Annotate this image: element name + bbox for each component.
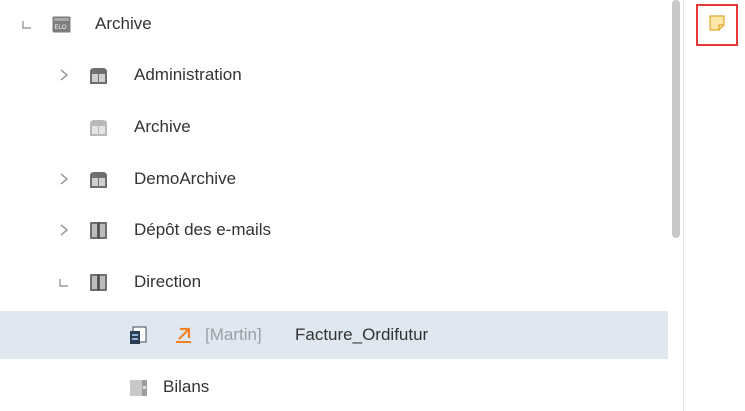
sticky-note-icon (708, 14, 726, 37)
workflow-icon (174, 326, 193, 345)
tree-item-archive[interactable]: Archive (0, 103, 668, 151)
binder-icon (89, 273, 108, 292)
tree-item-direction[interactable]: Direction (0, 258, 668, 306)
binder-icon (89, 221, 108, 240)
vertical-scrollbar[interactable] (672, 0, 680, 238)
tree-item-demoarchive[interactable]: DemoArchive (0, 155, 668, 203)
tree-item-label: Facture_Ordifutur (295, 325, 429, 344)
cabinet-icon (89, 118, 108, 137)
cabinet-icon (89, 170, 108, 189)
tree-item-bilans[interactable]: Bilans (0, 363, 668, 411)
tree-item-label: Archive (95, 14, 152, 33)
chevron-right-icon[interactable] (57, 171, 71, 187)
repository-icon: ELO (52, 15, 71, 34)
svg-text:ELO: ELO (55, 25, 67, 31)
tree-item-label: Direction (134, 272, 202, 291)
cabinet-icon (89, 66, 108, 85)
folder-icon (129, 378, 148, 397)
expanded-toggle-icon[interactable] (20, 16, 34, 32)
archive-tree: ELO Archive Administration Archive DemoA… (0, 0, 668, 411)
tree-item-label: Archive (134, 117, 191, 136)
tree-item-facture-ordifutur[interactable]: [Martin] Facture_Ordifutur (0, 311, 668, 359)
owner-label: [Martin] (205, 325, 262, 344)
chevron-right-icon[interactable] (57, 222, 71, 238)
expanded-toggle-icon[interactable] (57, 274, 71, 290)
tree-item-archive-root[interactable]: ELO Archive (0, 0, 668, 48)
tree-item-administration[interactable]: Administration (0, 51, 668, 99)
tree-item-label: Dépôt des e-mails (134, 220, 272, 239)
sticky-note-button[interactable] (696, 4, 738, 46)
tree-item-depot-des-e-mails[interactable]: Dépôt des e-mails (0, 206, 668, 254)
tree-item-label: DemoArchive (134, 169, 237, 188)
tree-item-label: Bilans (163, 377, 210, 396)
chevron-right-icon[interactable] (57, 67, 71, 83)
tree-item-label: Administration (134, 65, 242, 84)
document-icon (129, 326, 148, 345)
panel-divider (683, 0, 684, 411)
